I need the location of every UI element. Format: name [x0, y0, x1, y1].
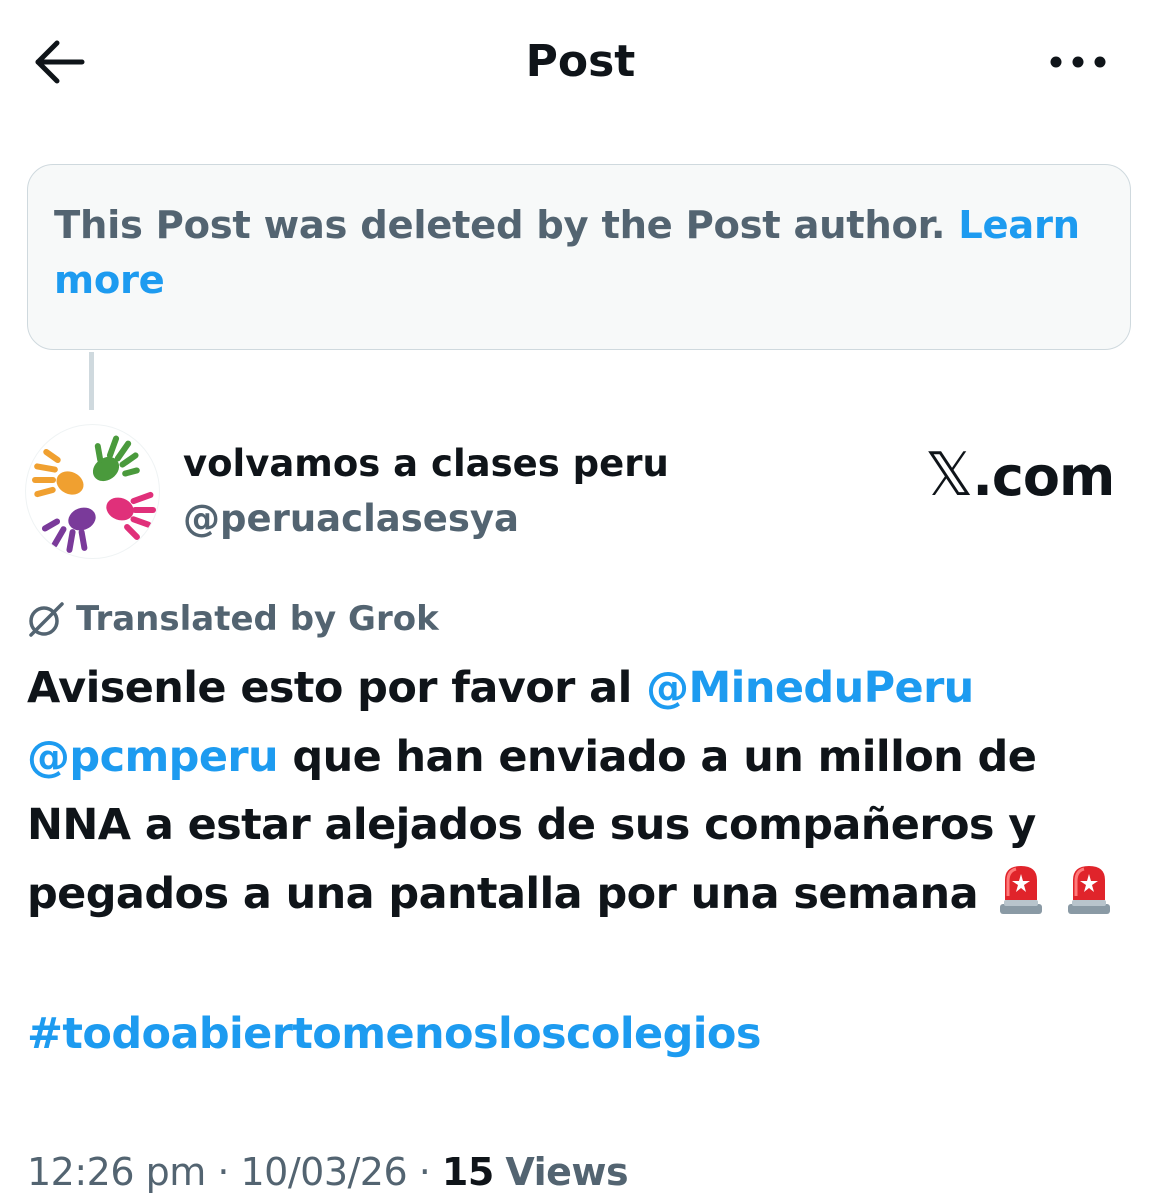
views-count: 15: [441, 1150, 494, 1194]
deleted-post-notice: This Post was deleted by the Post author…: [27, 164, 1131, 350]
post-date[interactable]: 10/03/26: [240, 1150, 407, 1194]
post-text-part1: Avisenle esto por favor al: [27, 663, 647, 713]
more-options-button[interactable]: [1040, 38, 1116, 86]
meta-separator: ·: [205, 1150, 241, 1194]
xcom-watermark: 𝕏.com: [925, 442, 1115, 508]
top-bar: Post: [0, 0, 1161, 125]
meta-separator: ·: [407, 1150, 442, 1194]
deleted-message: This Post was deleted by the Post author…: [54, 203, 946, 248]
views-label: Views: [505, 1150, 629, 1194]
grok-icon: [29, 602, 64, 637]
mention-minedu[interactable]: @MineduPeru: [646, 663, 974, 713]
mention-pcmperu[interactable]: @pcmperu: [27, 732, 279, 782]
post-metadata: 12:26 pm · 10/03/26 · 15 Views: [27, 1145, 629, 1199]
deleted-notice-text: This Post was deleted by the Post author…: [54, 198, 1104, 308]
author-handle[interactable]: @peruaclasesya: [183, 494, 519, 544]
translation-notice[interactable]: Translated by Grok: [26, 596, 439, 642]
post-time[interactable]: 12:26 pm: [27, 1150, 206, 1194]
more-horizontal-icon: [1050, 56, 1106, 68]
x-logo-icon: 𝕏: [925, 442, 973, 508]
page-title: Post: [525, 36, 636, 87]
colorful-hands-logo: [32, 435, 156, 553]
hashtag-link[interactable]: #todoabiertomenosloscolegios: [27, 1009, 761, 1059]
post-text: Avisenle esto por favor al @MineduPeru @p…: [27, 654, 1142, 928]
translated-label: Translated by Grok: [76, 599, 439, 639]
watermark-text: .com: [972, 445, 1115, 508]
police-car-light-icon: [1000, 865, 1042, 914]
back-button[interactable]: [30, 36, 86, 88]
arrow-left-icon: [35, 40, 85, 84]
avatar[interactable]: [26, 425, 159, 558]
hashtag-container: #todoabiertomenosloscolegios: [27, 1000, 761, 1068]
police-car-light-icon: [1068, 865, 1110, 914]
author-display-name[interactable]: volvamos a clases peru: [183, 439, 669, 489]
thread-connector-line: [89, 352, 94, 410]
